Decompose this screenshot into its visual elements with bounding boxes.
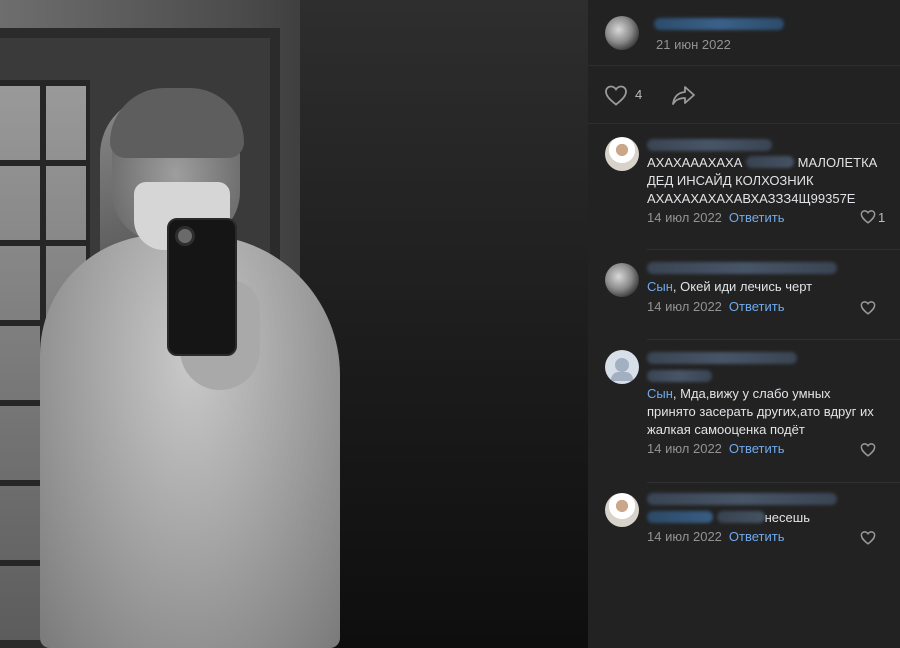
comment-item: Сын, Окей иди лечись черт 14 июл 2022 Отв… xyxy=(588,251,900,340)
post-like-count: 4 xyxy=(635,87,643,102)
post-date[interactable]: 21 июн 2022 xyxy=(656,37,731,52)
comment-meta: 14 июл 2022 Ответить xyxy=(647,529,785,544)
comment-date[interactable]: 14 июл 2022 xyxy=(647,441,722,456)
comment-like-count: 1 xyxy=(878,210,886,225)
photo-wall xyxy=(300,0,588,648)
commenter-avatar[interactable] xyxy=(605,137,639,171)
comment-date[interactable]: 14 июл 2022 xyxy=(647,299,722,314)
comment-text: АХАХАААХАХА МАЛОЛЕТКА ДЕД ИНСАЙД КОЛХОЗН… xyxy=(647,155,878,206)
comment-meta: 14 июл 2022 Ответить xyxy=(647,210,785,225)
share-icon[interactable] xyxy=(671,84,697,106)
reply-button[interactable]: Ответить xyxy=(729,210,785,225)
heart-icon[interactable] xyxy=(860,530,876,545)
commenter-name-redacted[interactable] xyxy=(647,352,797,364)
comment-date[interactable]: 14 июл 2022 xyxy=(647,529,722,544)
post-photo[interactable] xyxy=(0,0,588,648)
comment-meta: 14 июл 2022 Ответить xyxy=(647,441,785,456)
post-actions: 4 xyxy=(588,66,900,124)
commenter-name-redacted[interactable] xyxy=(647,493,837,505)
mention-link[interactable]: Сын xyxy=(647,386,673,401)
comments-panel: 21 июн 2022 4 АХАХАААХАХА МАЛОЛЕТКА ДЕД … xyxy=(588,0,900,648)
commenter-name-redacted[interactable] xyxy=(647,262,837,274)
comment-meta: 14 июл 2022 Ответить xyxy=(647,299,785,314)
post-header: 21 июн 2022 xyxy=(588,0,900,66)
commenter-extra-redacted xyxy=(647,370,712,382)
commenter-name-redacted[interactable] xyxy=(647,139,772,151)
author-name-redacted[interactable] xyxy=(654,18,784,30)
commenter-avatar[interactable] xyxy=(605,493,639,527)
author-avatar[interactable] xyxy=(605,16,639,50)
photo-phone xyxy=(167,218,237,356)
reply-button[interactable]: Ответить xyxy=(729,441,785,456)
comment-text: Сын, Мда,вижу у слабо умных принято засе… xyxy=(647,386,874,437)
reply-button[interactable]: Ответить xyxy=(729,299,785,314)
mention-link[interactable]: Сын xyxy=(647,279,673,294)
comment-item: Сын, Мда,вижу у слабо умных принято засе… xyxy=(588,340,900,483)
comment-date[interactable]: 14 июл 2022 xyxy=(647,210,722,225)
comment-text: несешь xyxy=(647,509,887,527)
commenter-avatar[interactable] xyxy=(605,263,639,297)
heart-icon[interactable] xyxy=(860,209,876,224)
generic-user-avatar[interactable] xyxy=(605,350,639,384)
comment-item: АХАХАААХАХА МАЛОЛЕТКА ДЕД ИНСАЙД КОЛХОЗН… xyxy=(588,125,900,251)
comment-item: несешь 14 июл 2022 Ответить xyxy=(588,483,900,648)
heart-icon[interactable] xyxy=(860,442,876,457)
heart-icon[interactable] xyxy=(604,84,628,106)
comment-divider xyxy=(647,249,900,250)
heart-icon[interactable] xyxy=(860,300,876,315)
comment-text: Сын, Окей иди лечись черт xyxy=(647,279,813,294)
reply-button[interactable]: Ответить xyxy=(729,529,785,544)
